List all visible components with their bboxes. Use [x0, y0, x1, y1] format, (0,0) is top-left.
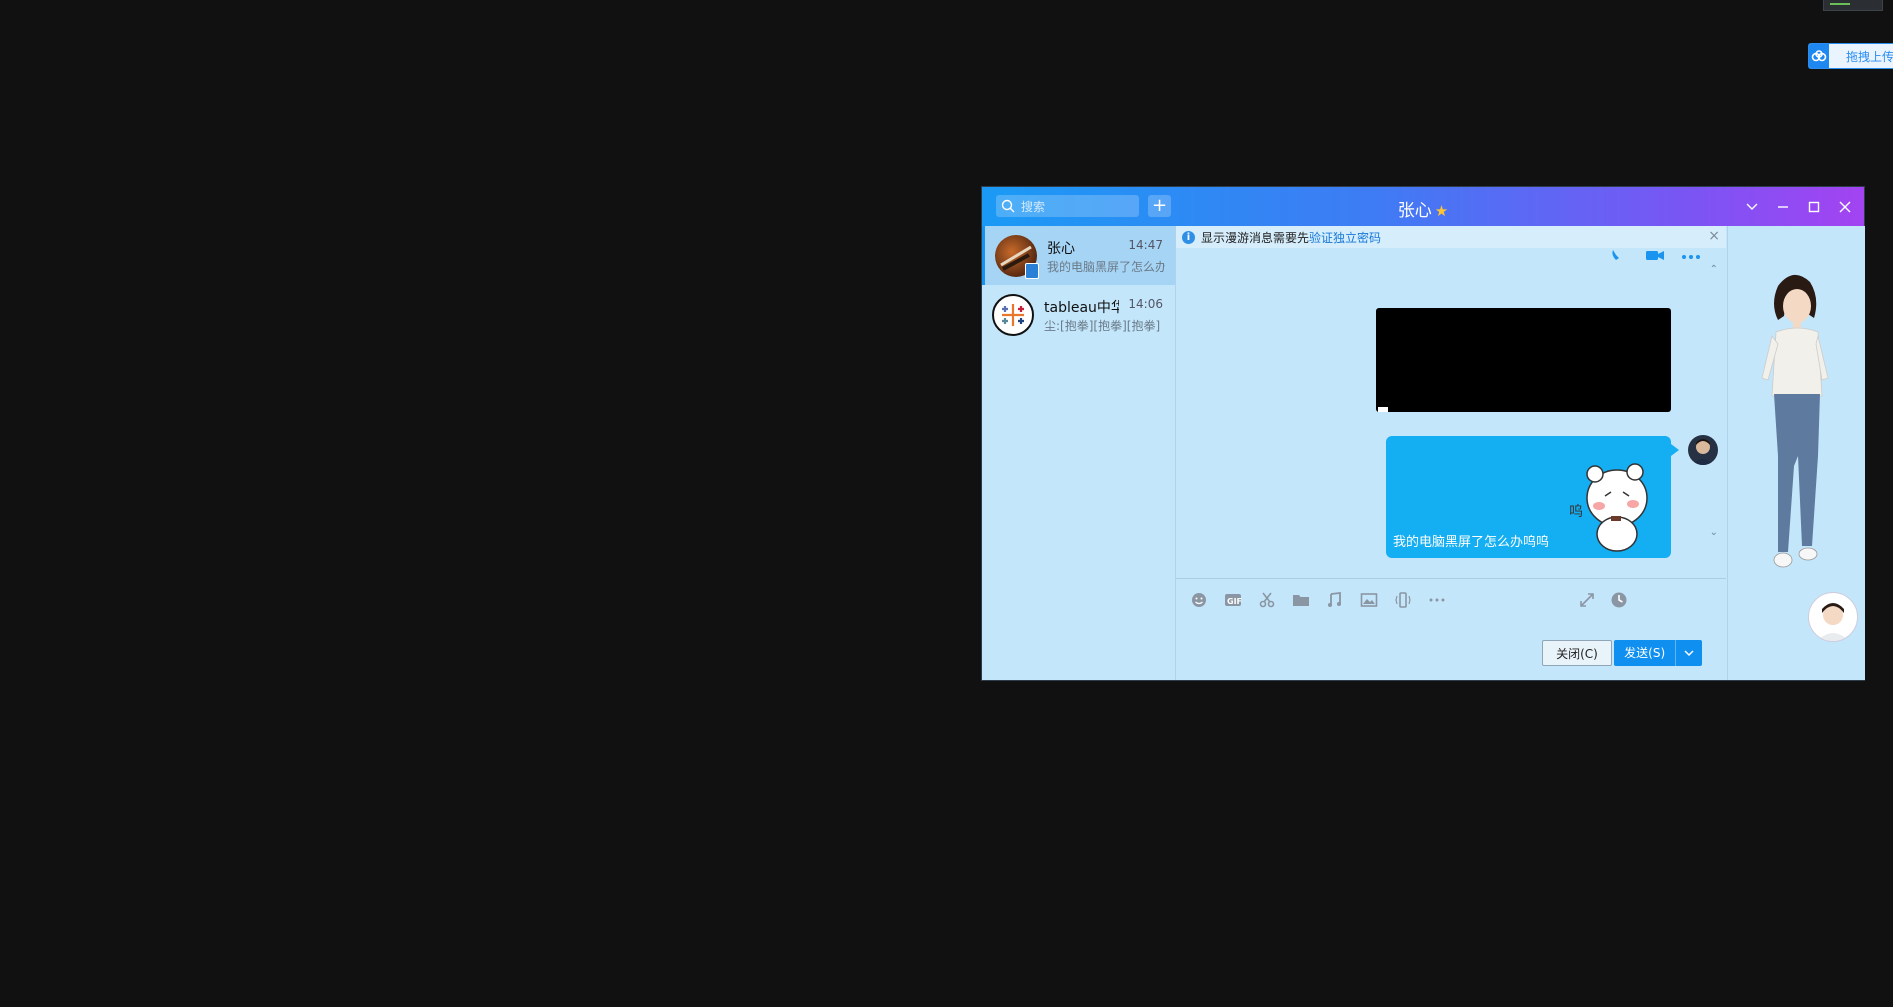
- chevron-down-icon[interactable]: [1740, 195, 1764, 219]
- send-button[interactable]: 发送(S): [1614, 640, 1702, 666]
- tray-thumbnail[interactable]: [1823, 0, 1883, 11]
- contact-preview: 我的电脑黑屏了怎么办: [1047, 260, 1165, 274]
- contact-preview: 尘:[抱拳][抱拳][抱拳]: [1044, 319, 1161, 333]
- input-divider: [1176, 578, 1726, 579]
- title-bar[interactable]: 搜索 + 张心 ★: [982, 187, 1864, 226]
- emoji-icon[interactable]: [1188, 590, 1210, 610]
- friend-avatar[interactable]: [1808, 592, 1858, 642]
- upload-label: 拖拽上传: [1845, 49, 1893, 64]
- upload-widget[interactable]: 拖拽上传: [1808, 43, 1893, 69]
- contact-item[interactable]: 张心 14:47 我的电脑黑屏了怎么办: [982, 226, 1175, 285]
- message-bubble[interactable]: 呜 我的电脑黑屏了怎么办呜呜: [1386, 436, 1671, 558]
- bubble-tail: [1671, 444, 1679, 456]
- folder-icon[interactable]: [1290, 590, 1312, 610]
- close-icon[interactable]: [1833, 195, 1857, 219]
- image-icon[interactable]: [1358, 590, 1380, 610]
- contact-name: tableau中华: [1044, 300, 1119, 316]
- shake-icon[interactable]: [1392, 590, 1414, 610]
- scroll-down-icon[interactable]: ⌄: [1710, 527, 1718, 538]
- scissors-icon[interactable]: [1256, 590, 1278, 610]
- contact-item[interactable]: tableau中华 14:06 尘:[抱拳][抱拳][抱拳]: [982, 285, 1175, 344]
- gif-icon[interactable]: GIF: [1222, 590, 1244, 610]
- contact-time: 14:06: [1128, 297, 1163, 311]
- more-options-icon[interactable]: [1680, 248, 1702, 262]
- notice-text: 显示漫游消息需要先验证独立密码: [1201, 230, 1382, 245]
- info-icon: i: [1182, 230, 1195, 244]
- more-icon[interactable]: [1426, 590, 1448, 610]
- maximize-icon[interactable]: [1802, 195, 1826, 219]
- contact-name: 张心: [1047, 241, 1075, 257]
- self-avatar[interactable]: [1688, 435, 1718, 465]
- message-text: 我的电脑黑屏了怎么办呜呜: [1393, 535, 1550, 550]
- chat-window: 搜索 + 张心 ★ 张心 14:47 我的电脑黑屏了怎么办 tableau中华 …: [982, 187, 1865, 680]
- video-call-icon[interactable]: [1644, 248, 1666, 262]
- minimize-icon[interactable]: [1771, 195, 1795, 219]
- notice-close-icon[interactable]: ×: [1708, 228, 1720, 244]
- history-icon[interactable]: [1608, 590, 1630, 610]
- phone-call-icon[interactable]: [1608, 248, 1630, 262]
- svg-text:呜: 呜: [1569, 504, 1583, 520]
- scroll-up-icon[interactable]: ⌃: [1710, 264, 1718, 275]
- bear-sticker-icon: 呜: [1569, 463, 1648, 552]
- side-panel: [1727, 226, 1865, 680]
- music-icon[interactable]: [1324, 590, 1346, 610]
- phone-status-icon: [1025, 263, 1039, 279]
- close-button[interactable]: 关闭(C): [1542, 640, 1612, 666]
- chat-panel: i 显示漫游消息需要先验证独立密码 × ⌃ 呜 我的电脑黑屏了怎么办呜呜 ⌄ G…: [1176, 226, 1726, 680]
- cloud-icon: [1809, 44, 1829, 68]
- notice-bar: i 显示漫游消息需要先验证独立密码 ×: [1176, 226, 1726, 248]
- avatar-show-figure-icon[interactable]: [1748, 266, 1848, 586]
- send-label: 发送(S): [1624, 646, 1666, 660]
- call-actions: [1608, 248, 1702, 262]
- title-text: 张心: [1397, 201, 1432, 221]
- window-title: 张心 ★: [982, 196, 1864, 221]
- input-toolbar: GIF: [1188, 590, 1448, 610]
- verify-password-link[interactable]: 验证独立密码: [1309, 231, 1381, 245]
- send-options-chevron-icon[interactable]: [1675, 640, 1702, 666]
- contact-time: 14:47: [1128, 238, 1163, 252]
- svg-text:GIF: GIF: [1227, 597, 1242, 606]
- avatar: [992, 294, 1034, 336]
- expand-icon[interactable]: [1576, 590, 1598, 610]
- star-icon: ★: [1434, 202, 1449, 220]
- black-screen-image-message[interactable]: [1376, 308, 1671, 412]
- contact-list: 张心 14:47 我的电脑黑屏了怎么办 tableau中华 14:06 尘:[抱…: [982, 226, 1176, 680]
